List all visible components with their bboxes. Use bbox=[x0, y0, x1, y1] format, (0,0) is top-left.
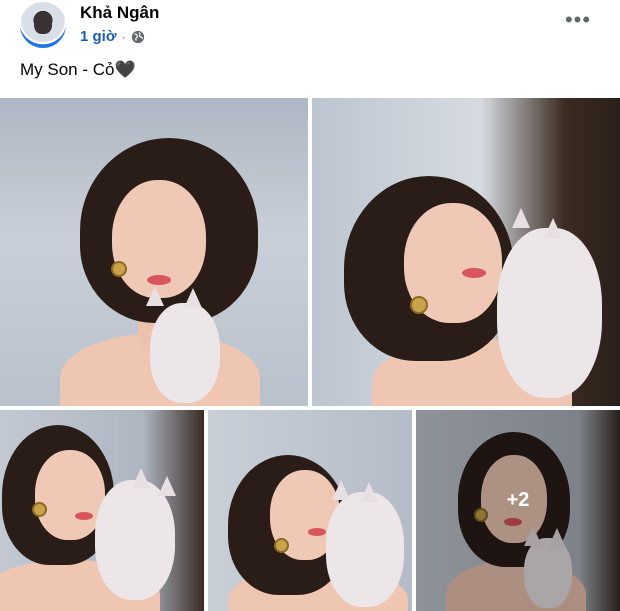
post-meta: 1 giờ · bbox=[80, 28, 145, 45]
figure-earring bbox=[111, 261, 127, 277]
figure-lips bbox=[462, 268, 486, 278]
post-header: Khả Ngân 1 giờ · ••• bbox=[0, 0, 620, 56]
gallery-photo-3[interactable] bbox=[0, 410, 204, 611]
figure-lips bbox=[147, 275, 171, 285]
globe-icon[interactable] bbox=[131, 30, 145, 44]
photo-gallery: +2 bbox=[0, 98, 620, 611]
figure-lips bbox=[308, 528, 326, 536]
cat-ear bbox=[184, 288, 202, 308]
cat-ear bbox=[146, 286, 164, 306]
cat-body bbox=[497, 228, 602, 398]
post-caption: My Son - Cỏ🖤 bbox=[20, 60, 136, 79]
meta-separator: · bbox=[121, 29, 126, 44]
cat-ear bbox=[332, 480, 350, 500]
author-name[interactable]: Khả Ngân bbox=[80, 3, 159, 23]
cat-ear bbox=[512, 208, 530, 228]
cat-ear bbox=[132, 468, 150, 488]
more-options-icon[interactable]: ••• bbox=[564, 7, 592, 32]
more-photos-count: +2 bbox=[506, 489, 530, 511]
cat-ear bbox=[544, 218, 562, 238]
cat-body bbox=[95, 480, 175, 600]
gallery-photo-1[interactable] bbox=[0, 98, 308, 406]
figure-lips bbox=[75, 512, 93, 520]
figure-earring bbox=[274, 538, 289, 553]
gallery-photo-2[interactable] bbox=[312, 98, 620, 406]
avatar[interactable] bbox=[20, 2, 66, 48]
post-time[interactable]: 1 giờ bbox=[80, 28, 117, 45]
cat-ear bbox=[158, 476, 176, 496]
cat-body bbox=[150, 303, 220, 403]
figure-earring bbox=[410, 296, 428, 314]
figure-earring bbox=[32, 502, 47, 517]
gallery-photo-5[interactable]: +2 bbox=[416, 410, 620, 611]
gallery-photo-4[interactable] bbox=[208, 410, 412, 611]
cat-body bbox=[326, 492, 404, 607]
more-photos-overlay[interactable]: +2 bbox=[416, 410, 620, 611]
cat-ear bbox=[360, 482, 378, 502]
